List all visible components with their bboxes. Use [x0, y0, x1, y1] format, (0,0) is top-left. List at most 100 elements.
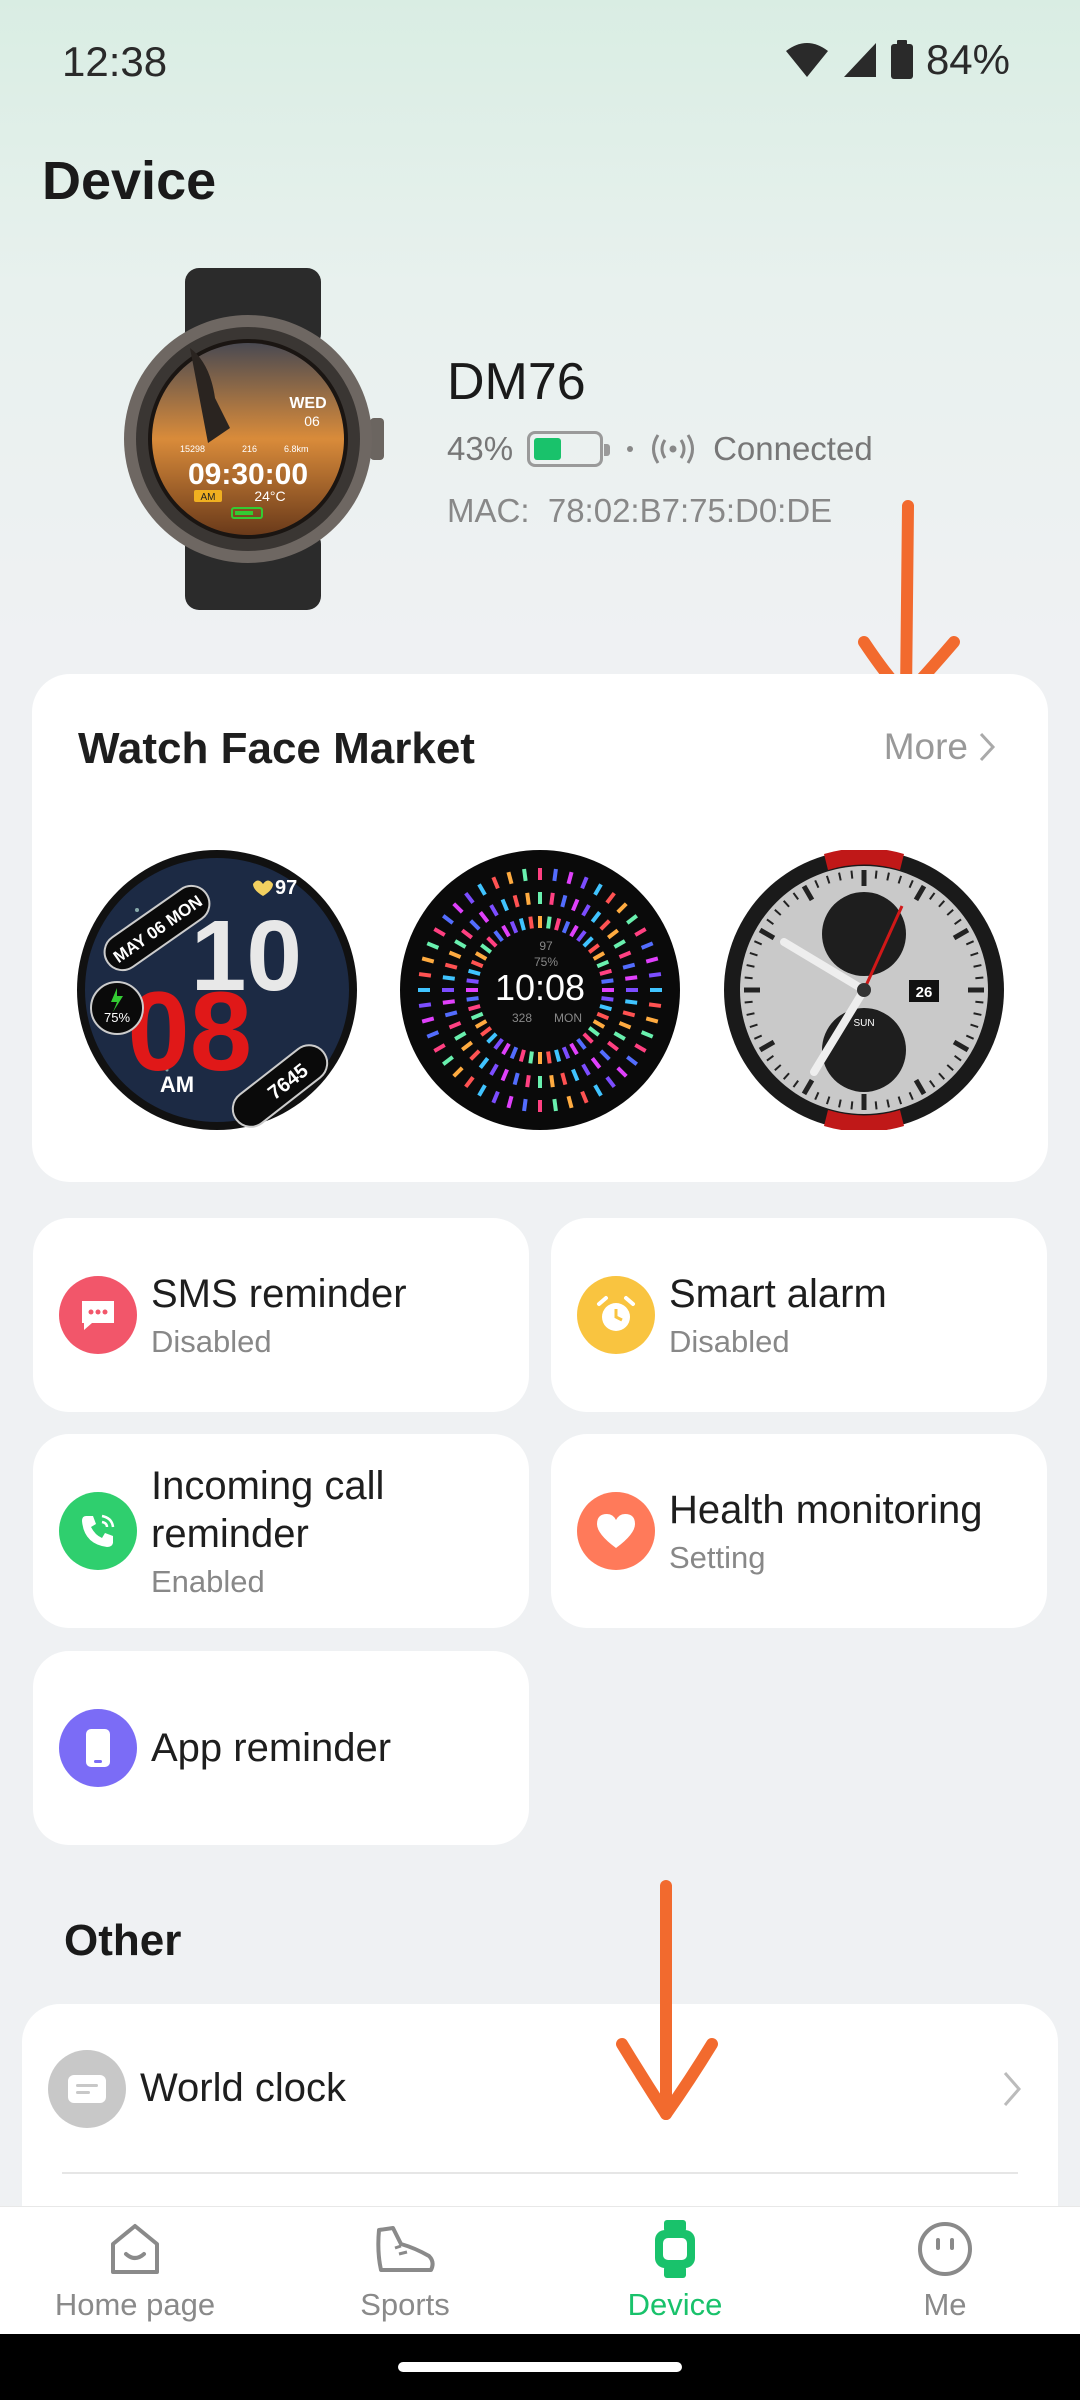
face1-ampm: AM [160, 1072, 194, 1097]
nav-sports[interactable]: Sports [270, 2207, 540, 2335]
system-navigation-bar [0, 2334, 1080, 2400]
nav-home-page[interactable]: Home page [0, 2207, 270, 2335]
face1-battery: 75% [104, 1010, 130, 1025]
health-monitoring-label: Health monitoring [669, 1488, 983, 1532]
face2-ray [625, 975, 638, 981]
watch-icon [655, 2220, 695, 2278]
face2-day: MON [554, 1011, 582, 1025]
face2-ray [522, 868, 528, 882]
watch-steps: 15298 [180, 444, 205, 454]
device-mac: MAC: 78:02:B7:75:D0:DE [447, 492, 832, 530]
world-clock-icon [48, 2050, 126, 2128]
face2-ray [522, 1098, 528, 1112]
world-clock-item[interactable]: World clock [22, 2004, 1058, 2172]
face2-ray [601, 996, 614, 1002]
watch-face-market-card: Watch Face Market More MAY 06 MON 97 10 … [32, 674, 1048, 1182]
mac-label: MAC: [447, 492, 530, 529]
face3-date: 26 [916, 984, 933, 1001]
face2-ray [442, 975, 455, 981]
face2-ray [418, 972, 432, 978]
annotation-arrow-down [616, 1880, 718, 2120]
watch-day: WED [289, 395, 326, 412]
face2-time: 10:08 [495, 967, 585, 1008]
app-reminder-label: App reminder [151, 1726, 392, 1770]
smart-alarm-status: Disabled [669, 1324, 790, 1359]
watch-date: 06 [304, 413, 320, 429]
face2-ray [552, 1098, 558, 1112]
heart-icon [577, 1492, 655, 1570]
face2-ray [648, 1002, 662, 1008]
watch-temp: 24°C [254, 488, 285, 504]
face2-cal: 328 [512, 1011, 532, 1025]
watch-face-1[interactable]: MAY 06 MON 97 10 08 75% 7645 AM [77, 850, 357, 1130]
more-button[interactable]: More [884, 726, 996, 768]
watch-dist: 6.8km [284, 444, 309, 454]
health-monitoring-tile[interactable]: Health monitoring Setting [551, 1434, 1047, 1628]
device-battery-percent: 43% [447, 430, 514, 467]
battery-status-icon [890, 40, 913, 79]
face3-tick [850, 870, 854, 879]
incoming-call-label-line1: Incoming call [151, 1464, 385, 1508]
sneaker-icon [376, 2226, 435, 2272]
watch-face-2[interactable]: 10:08 97 75% 328 MON [400, 850, 680, 1130]
bottom-navigation: Home page Sports Device Me [0, 2206, 1080, 2334]
other-section-title: Other [64, 1916, 182, 1965]
smart-alarm-label: Smart alarm [669, 1272, 887, 1316]
face3-tick [874, 1101, 878, 1110]
phone-icon [59, 1492, 137, 1570]
face1-heart: 97 [275, 877, 297, 899]
sms-reminder-tile[interactable]: SMS reminder Disabled [33, 1218, 529, 1412]
face2-heart: 97 [539, 939, 553, 953]
face2-ray [549, 1075, 555, 1088]
nav-device-label: Device [627, 2287, 723, 2322]
face3-tick [850, 1101, 854, 1110]
alarm-clock-icon [577, 1276, 655, 1354]
incoming-call-reminder-tile[interactable]: Incoming call reminder Enabled [33, 1434, 529, 1628]
home-face-icon [111, 2224, 159, 2274]
status-bar: 12:38 84% [0, 0, 1080, 125]
face2-ray [549, 892, 555, 905]
incoming-call-label-line2: reminder [151, 1512, 309, 1556]
face3-tick [975, 976, 984, 980]
sms-reminder-label: SMS reminder [151, 1272, 407, 1316]
face2-ray [466, 996, 479, 1002]
device-status-row: 43% Connected [447, 430, 873, 468]
face3-tick [744, 1000, 753, 1004]
page-title: Device [42, 151, 217, 211]
divider [62, 2172, 1018, 2174]
nav-me[interactable]: Me [810, 2207, 1080, 2335]
watch-face-3[interactable]: 26 SUN [724, 848, 1004, 1132]
nav-device[interactable]: Device [540, 2207, 810, 2335]
watch-time: 09:30:00 [188, 458, 308, 491]
nav-sports-label: Sports [360, 2287, 450, 2322]
face2-ray [648, 972, 662, 978]
watch-image[interactable]: WED 06 15298 216 6.8km 09:30:00 AM 24°C [120, 268, 386, 610]
smiley-icon [918, 2222, 972, 2276]
sms-reminder-status: Disabled [151, 1324, 272, 1359]
home-gesture-handle[interactable] [398, 2362, 682, 2372]
face3-tick [975, 1000, 984, 1004]
app-reminder-tile[interactable]: App reminder [33, 1651, 529, 1845]
nav-me-label: Me [923, 2287, 967, 2322]
face2-ray [418, 1002, 432, 1008]
incoming-call-status: Enabled [151, 1564, 265, 1599]
face2-ray [546, 916, 552, 929]
chevron-right-icon [1003, 2072, 1021, 2106]
face2-battery: 75% [534, 955, 558, 969]
device-battery-icon [527, 431, 611, 467]
face2-ray [552, 868, 558, 882]
face2-ray [546, 1051, 552, 1064]
face2-ray [525, 892, 531, 905]
status-time: 12:38 [62, 38, 168, 85]
face2-ray [442, 999, 455, 1005]
cell-signal-icon [843, 43, 876, 77]
face2-ray [625, 999, 638, 1005]
face3-tick [874, 870, 878, 879]
watch-ampm: AM [201, 492, 216, 503]
smart-alarm-tile[interactable]: Smart alarm Disabled [551, 1218, 1047, 1412]
face3-tick [744, 976, 753, 980]
connection-icon [652, 434, 695, 464]
watch-cal: 216 [242, 444, 257, 454]
separator-dot [627, 446, 634, 452]
face2-ray [528, 1051, 534, 1064]
